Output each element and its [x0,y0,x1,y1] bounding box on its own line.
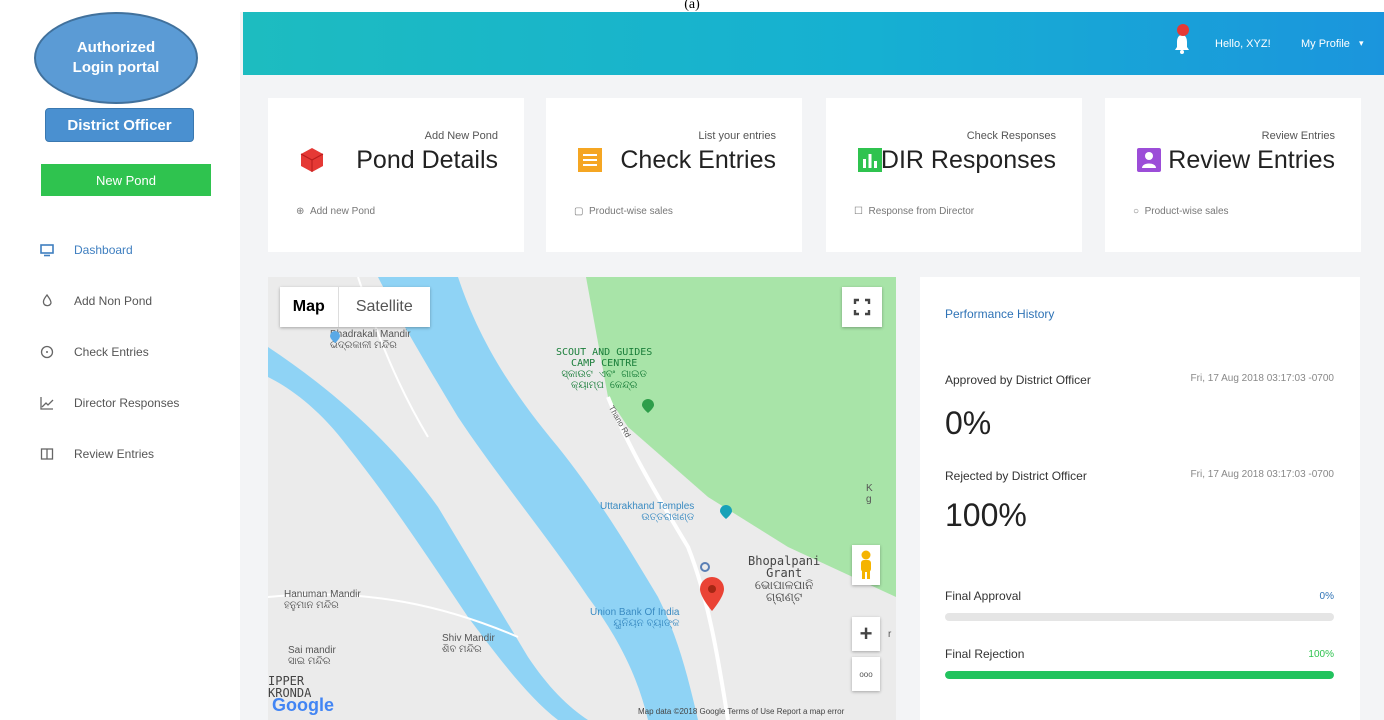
approved-value: 0% [945,405,992,441]
chart-icon [40,396,54,410]
zoom-out-button[interactable]: ooo [852,657,880,691]
brand-line-1: Authorized [76,39,156,56]
brand-line-2: Login portal [72,59,160,76]
card-footer: ⊕ Add new Pond [296,206,375,217]
list-icon [578,148,602,172]
card-title: Check Entries [620,146,776,174]
sidebar-item-review-entries[interactable]: Review Entries [40,428,240,479]
card-subtitle: Check Responses [966,130,1056,142]
place-label: Sai mandir ସାଇ ମନ୍ଦିର [288,645,336,667]
final-rejection-fill [945,671,1334,679]
sidebar-item-label: Add Non Pond [74,293,153,308]
monitor-icon [40,243,54,257]
final-approval-label: Final Approval [945,589,1022,603]
card-subtitle: Review Entries [1261,130,1335,142]
rejected-label: Rejected by District Officer [945,469,1087,483]
card-footer: ▢ Product-wise sales [574,206,673,217]
cube-icon [300,148,324,172]
square-icon: ▢ [574,206,584,217]
place-label: r [888,629,892,640]
circle-icon: ○ [1133,206,1140,217]
sidebar-item-dashboard[interactable]: Dashboard [40,224,240,275]
place-label: Kg [866,483,873,505]
park-pin-icon [642,399,654,413]
sidebar-item-label: Director Responses [74,395,180,410]
place-label: SCOUT AND GUIDES CAMP CENTRE ସ୍କାଉଟ ଏବଂ ଗା… [556,347,653,391]
pegman-icon [861,550,871,579]
final-rejection-value: 100% [1308,649,1334,660]
google-logo: Google [272,695,334,715]
pegman-button[interactable] [852,545,880,585]
calendar-icon: ☐ [854,206,863,217]
sidebar-item-check-entries[interactable]: Check Entries [40,326,240,377]
card-footer: ☐ Response from Director [854,206,974,217]
card-footer: ○ Product-wise sales [1133,206,1229,217]
performance-panel: Performance History Approved by District… [920,277,1360,720]
top-header: Hello, XYZ! My Profile ▾ [243,12,1384,75]
fullscreen-button[interactable] [842,287,882,327]
fullscreen-icon [853,298,871,316]
sidebar-item-add-pond[interactable]: Add Non Pond [40,275,240,326]
role-button[interactable]: District Officer [45,108,194,142]
chevron-down-icon[interactable]: ▾ [1359,38,1364,49]
card-review-entries[interactable]: Review Entries Review Entries ○ Product-… [1105,98,1361,252]
rejected-value: 100% [945,497,1027,533]
approved-date: Fri, 17 Aug 2018 03:17:03 -0700 [1190,373,1334,384]
map-type-map-button[interactable]: Map [280,287,339,327]
card-subtitle: Add New Pond [424,130,498,142]
brand-logo: Authorized Login portal [34,12,198,104]
place-label: Union Bank Of India ୟୁନିୟନ ବ୍ୟାଙ୍କ [590,607,680,629]
drop-icon [40,293,54,308]
card-title: Review Entries [1168,146,1335,174]
card-pond-details[interactable]: Add New Pond Pond Details ⊕ Add new Pond [268,98,524,252]
map-attribution[interactable]: Map data ©2018 Google Terms of Use Repor… [638,707,844,716]
sidebar: Authorized Login portal District Officer… [0,12,240,720]
map-widget[interactable]: Map Satellite Bhadrakali Mandir ଭଦ୍ରକାଳୀ … [268,277,896,720]
new-pond-button[interactable]: New Pond [41,164,211,196]
sidebar-nav: Dashboard Add Non Pond Check Entries Dir… [40,224,240,479]
final-rejection-bar [945,671,1334,679]
place-label: Bhadrakali Mandir ଭଦ୍ରକାଳୀ ମନ୍ଦିର [330,329,411,351]
figure-label: (a) [0,0,1384,12]
notification-badge [1177,24,1189,36]
card-footer-text: Product-wise sales [1144,206,1229,217]
rejected-date: Fri, 17 Aug 2018 03:17:03 -0700 [1190,469,1334,480]
place-label: Uttarakhand Temples ଉତ୍ତରାଖଣ୍ଡ [600,501,695,523]
card-dir-responses[interactable]: Check Responses DIR Responses ☐ Response… [826,98,1082,252]
bar-chart-icon [858,148,882,172]
clock-icon [40,345,54,359]
final-rejection-label: Final Rejection [945,647,1025,661]
temple-pin-icon [720,505,732,519]
place-pin-icon [330,331,340,343]
my-profile-link[interactable]: My Profile [1301,38,1350,50]
sidebar-item-label: Dashboard [74,242,133,257]
performance-title: Performance History [945,307,1055,321]
final-approval-bar [945,613,1334,621]
card-subtitle: List your entries [698,130,776,142]
user-badge-icon [1137,148,1161,172]
zoom-in-button[interactable]: + [852,617,880,651]
book-icon [40,447,54,461]
final-approval-value: 0% [1319,591,1334,602]
place-label: Bhopalpani Grant ଭୋପାଳପାନି ଗ୍ରାଣ୍ଟ [748,554,821,604]
sidebar-item-label: Check Entries [74,344,149,359]
selected-location-pin-icon[interactable] [700,577,724,611]
plus-circle-icon: ⊕ [296,206,305,217]
place-label: Hanuman Mandir ହନୁମାନ ମନ୍ଦିର [284,589,361,611]
map-type-satellite-button[interactable]: Satellite [339,287,430,327]
sidebar-item-director-responses[interactable]: Director Responses [40,377,240,428]
card-title: DIR Responses [880,146,1056,174]
map-type-toggle: Map Satellite [280,287,430,327]
greeting-text: Hello, XYZ! [1215,38,1271,50]
card-footer-text: Response from Director [868,206,975,217]
place-pin-icon [700,562,710,572]
card-title: Pond Details [356,146,498,174]
approved-label: Approved by District Officer [945,373,1091,387]
card-footer-text: Product-wise sales [589,206,673,217]
card-check-entries[interactable]: List your entries Check Entries ▢ Produc… [546,98,802,252]
card-footer-text: Add new Pond [309,206,376,217]
sidebar-item-label: Review Entries [74,446,155,461]
place-label: Shiv Mandir ଶିବ ମନ୍ଦିର [442,633,495,655]
